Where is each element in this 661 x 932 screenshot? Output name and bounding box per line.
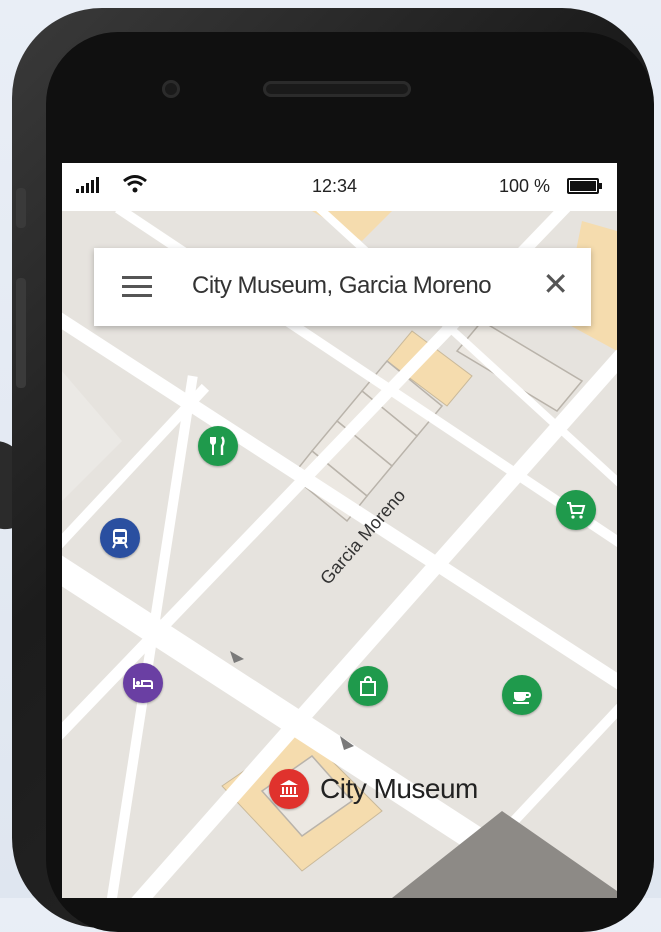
transit-pin[interactable]: [100, 518, 140, 558]
search-bar[interactable]: City Museum, Garcia Moreno ✕: [94, 248, 591, 326]
phone-screen: 12:34 100 % City Museum, Garcia Moreno ✕…: [62, 163, 617, 898]
coffee-cup-icon: [513, 692, 531, 704]
signal-icon: [76, 177, 99, 193]
close-icon[interactable]: ✕: [542, 268, 569, 300]
battery-icon: [567, 178, 602, 194]
store-pin[interactable]: [348, 666, 388, 706]
battery-percent: 100 %: [499, 176, 551, 196]
front-camera: [162, 80, 180, 98]
status-bar: 12:34 100 %: [62, 163, 617, 211]
hamburger-menu-icon[interactable]: [122, 276, 152, 298]
museum-icon: [280, 780, 298, 797]
mute-switch: [16, 188, 26, 228]
restaurant-pin[interactable]: [198, 426, 238, 466]
bus-icon: [112, 529, 128, 549]
shopping-cart-icon: [567, 502, 586, 519]
earpiece-speaker: [263, 81, 411, 97]
wifi-icon: [123, 175, 147, 193]
volume-button: [16, 278, 26, 388]
status-time: 12:34: [312, 176, 358, 196]
shopping-bag-icon: [360, 676, 376, 696]
shopping-pin[interactable]: [556, 490, 596, 530]
selected-place-label[interactable]: City Museum: [320, 773, 478, 805]
bed-icon: [133, 678, 153, 689]
fork-knife-icon: [210, 436, 225, 455]
cafe-pin[interactable]: [502, 675, 542, 715]
hotel-pin[interactable]: [123, 663, 163, 703]
museum-pin[interactable]: [269, 769, 309, 809]
search-query[interactable]: City Museum, Garcia Moreno: [192, 272, 492, 300]
